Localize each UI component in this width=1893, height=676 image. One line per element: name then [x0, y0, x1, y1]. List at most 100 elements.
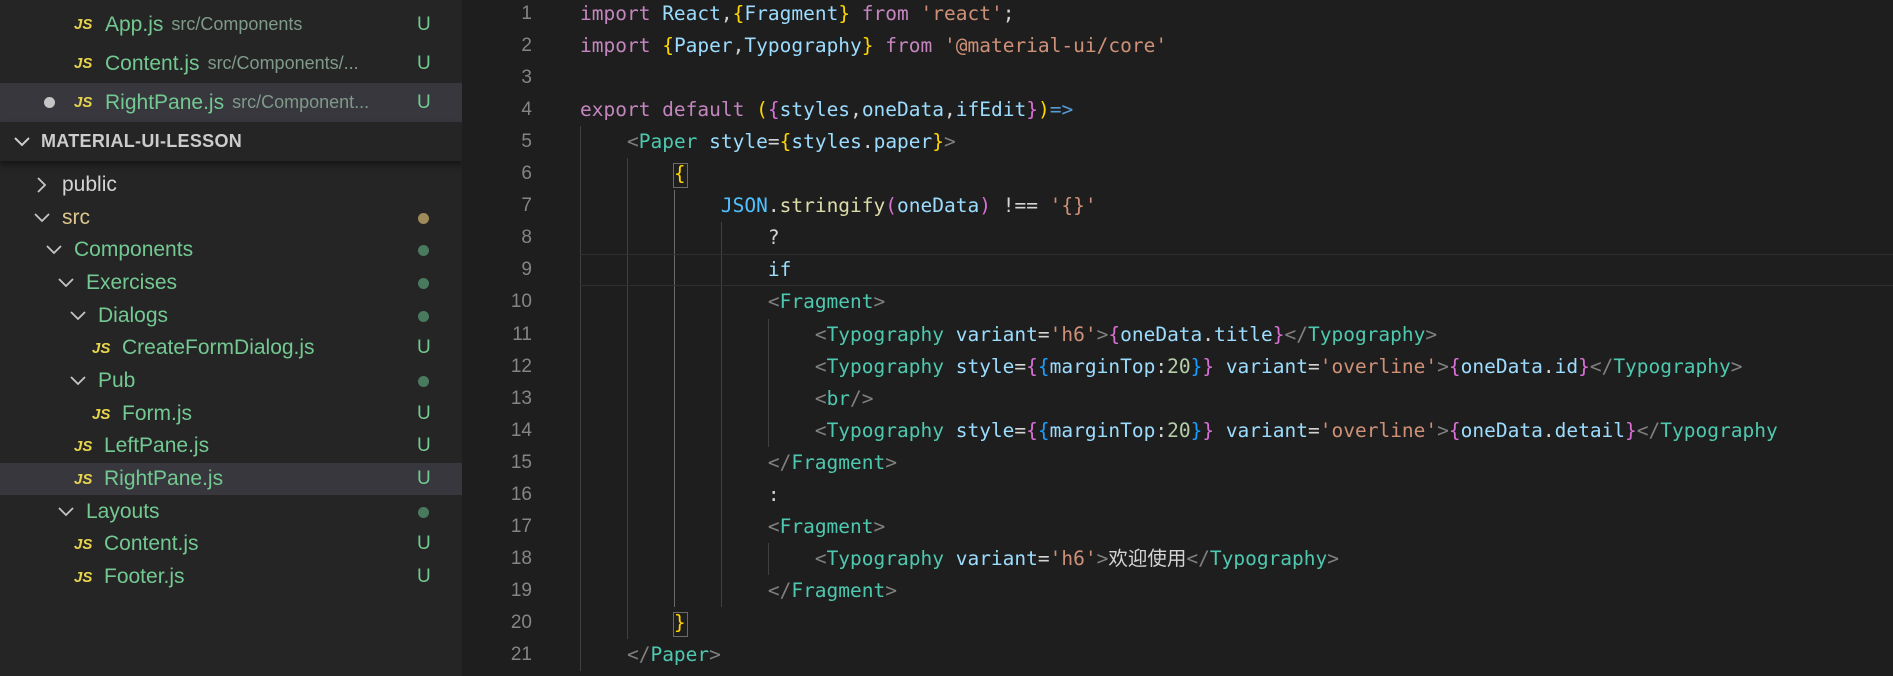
tree-folder[interactable]: Dialogs — [0, 300, 462, 333]
line-number: 16 — [510, 483, 532, 505]
code-token: > — [1096, 546, 1109, 570]
tree-folder[interactable]: Pub — [0, 365, 462, 398]
line-number: 11 — [512, 323, 532, 345]
code-token: : — [1155, 418, 1168, 442]
code-token: } — [1578, 354, 1590, 378]
tree-file[interactable]: JS RightPane.js U — [0, 462, 462, 496]
file-label: Content.js — [104, 532, 199, 556]
code-token: > — [1437, 418, 1449, 442]
code-line: 4 export default ({styles,oneData,ifEdit}… — [462, 94, 1893, 126]
line-code: } — [580, 607, 686, 639]
code-line: 10 <Fragment> — [462, 286, 1893, 318]
code-token: : — [1155, 354, 1168, 378]
code-token: > — [709, 643, 721, 666]
tree-folder[interactable]: src — [0, 202, 462, 235]
open-editor-item[interactable]: JS RightPane.js src/Component... U — [0, 83, 462, 122]
code-token: Typography — [1209, 546, 1328, 570]
folder-label: Components — [74, 238, 194, 262]
code-token: </ — [1589, 354, 1614, 378]
git-status-badge: U — [417, 337, 431, 359]
line-number: 19 — [510, 579, 532, 601]
code-token: > — [944, 130, 956, 154]
file-label: CreateFormDialog.js — [122, 336, 315, 360]
explorer-sidebar: JS App.js src/Components U JS Content.js src/C… — [0, 0, 462, 676]
js-file-icon: JS — [74, 470, 93, 488]
code-token: ( — [885, 194, 898, 218]
code-token: variant — [1214, 354, 1308, 378]
tree-file[interactable]: JS Form.js U — [0, 398, 462, 431]
code-token: '{}' — [1049, 194, 1097, 218]
code-token: { — [662, 34, 674, 58]
open-editor-item[interactable]: JS App.js src/Components U — [0, 5, 462, 44]
modified-dot-icon — [418, 212, 429, 224]
code-token: Typography — [1307, 322, 1426, 346]
file-label: LeftPane.js — [104, 434, 210, 458]
tree-folder[interactable]: Layouts — [0, 496, 462, 529]
code-token: } — [1202, 354, 1215, 378]
code-line: 16 : — [462, 479, 1893, 511]
line-code: import React,{Fragment} from 'react'; — [580, 0, 1014, 30]
code-token: , — [944, 98, 956, 122]
code-token: { — [1448, 418, 1461, 442]
code-token: export default — [580, 98, 757, 122]
code-line: 14 <Typography style={{marginTop:20}} va… — [462, 415, 1893, 447]
code-token: 欢迎使用 — [1108, 546, 1187, 570]
open-editor-filename: Content.js — [105, 51, 200, 75]
line-code: <Typography variant='h6'>欢迎使用</Typograph… — [580, 543, 1339, 575]
open-editor-item[interactable]: JS Content.js src/Components/... U — [0, 44, 462, 83]
tree-file[interactable]: JS CreateFormDialog.js U — [0, 332, 462, 365]
code-token: oneData — [1120, 322, 1203, 346]
open-editor-label: Content.js src/Components/... — [105, 44, 359, 83]
code-token: { — [1108, 322, 1121, 346]
git-status-badge: U — [417, 533, 431, 555]
js-file-icon: JS — [74, 16, 93, 33]
code-token: Typography — [744, 34, 862, 58]
code-token: id — [1554, 354, 1579, 378]
open-editor-path: src/Components — [171, 14, 303, 34]
line-number: 6 — [521, 163, 532, 185]
tree-folder[interactable]: Exercises — [0, 267, 462, 300]
code-token: } — [1625, 418, 1637, 442]
code-token: Paper — [650, 643, 710, 666]
code-token: } — [838, 2, 851, 25]
chevron-down-icon — [44, 240, 64, 260]
tree-file[interactable]: JS LeftPane.js U — [0, 430, 462, 463]
tree-file[interactable]: JS Footer.js U — [0, 561, 462, 594]
code-token: > — [1437, 354, 1449, 378]
tree-file[interactable]: JS Content.js U — [0, 528, 462, 561]
tree-folder[interactable]: public — [0, 169, 462, 202]
code-token: . — [1542, 418, 1555, 442]
line-number: 9 — [521, 259, 532, 281]
code-editor[interactable]: 1 import React,{Fragment} from 'react'; 2 i… — [462, 0, 1893, 676]
code-token: marginTop — [1049, 418, 1156, 442]
code-token: 'overline' — [1319, 418, 1438, 442]
code-token: style — [943, 354, 1015, 378]
git-status-badge: U — [417, 565, 431, 587]
code-line: 15 </Fragment> — [462, 447, 1893, 479]
chevron-down-icon — [68, 306, 88, 326]
code-token: import — [580, 34, 663, 58]
code-token: oneData — [861, 98, 944, 122]
code-token: ) — [979, 194, 991, 218]
code-token: Typography — [1613, 354, 1731, 378]
tree-folder[interactable]: Components — [0, 234, 462, 267]
code-token: { — [767, 98, 780, 122]
chevron-down-icon — [56, 273, 76, 293]
line-number: 20 — [510, 611, 532, 633]
explorer-section-header[interactable]: MATERIAL-UI-LESSON — [0, 122, 462, 161]
code-token: } — [1272, 322, 1285, 346]
code-line: 20 } — [462, 607, 1893, 639]
code-token: { — [1448, 354, 1461, 378]
line-number: 3 — [521, 67, 532, 89]
line-code: : — [580, 479, 780, 511]
code-token: , — [732, 34, 745, 58]
code-token: Paper — [638, 130, 698, 154]
code-token: { — [1026, 354, 1038, 378]
line-code: <Fragment> — [580, 511, 885, 543]
code-line: 21 </Paper> — [462, 639, 1893, 671]
code-token: } — [673, 610, 686, 634]
code-token: . — [767, 194, 780, 218]
code-token: > — [885, 450, 897, 474]
